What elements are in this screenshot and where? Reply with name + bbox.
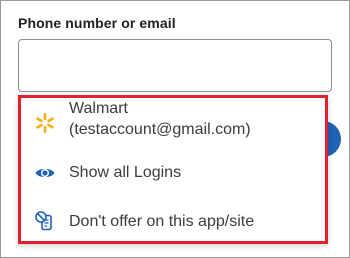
show-all-logins-label: Show all Logins [69, 164, 182, 181]
no-autofill-icon [34, 210, 56, 232]
eye-icon [34, 162, 56, 184]
phone-email-input[interactable] [18, 39, 332, 92]
screen: Phone number or email Walmart (testaccou… [0, 0, 350, 258]
show-all-logins-item[interactable]: Show all Logins [21, 150, 325, 196]
walmart-spark-icon [34, 112, 56, 134]
dont-offer-label: Don't offer on this app/site [69, 213, 255, 230]
phone-email-label: Phone number or email [18, 15, 176, 31]
autofill-suggestion-label: Walmart (testaccount@gmail.com) [69, 100, 251, 138]
dont-offer-item[interactable]: Don't offer on this app/site [21, 198, 325, 244]
autofill-dropdown: Walmart (testaccount@gmail.com) Show all… [18, 95, 328, 244]
autofill-suggestion-walmart[interactable]: Walmart (testaccount@gmail.com) [21, 98, 325, 150]
